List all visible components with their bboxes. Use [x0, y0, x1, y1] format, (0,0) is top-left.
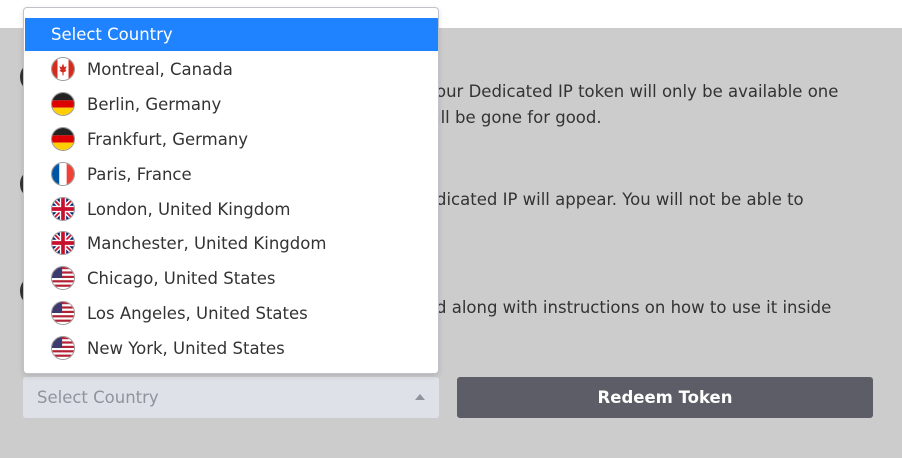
- instruction-line-1b: ill be gone for good.: [436, 108, 602, 127]
- instruction-line-3a: d along with instructions on how to use …: [436, 298, 832, 317]
- dropdown-option-label: London, United Kingdom: [87, 199, 291, 219]
- dropdown-option-label: Berlin, Germany: [87, 94, 222, 114]
- country-select[interactable]: Select Country: [23, 377, 439, 418]
- dropdown-option-manchester[interactable]: Manchester, United Kingdom: [25, 226, 438, 260]
- usa-flag-icon: [51, 266, 75, 290]
- uk-flag-icon: [51, 197, 75, 221]
- uk-flag-icon: [51, 231, 75, 255]
- dropdown-option-montreal[interactable]: Montreal, Canada: [25, 52, 438, 86]
- germany-flag-icon: [51, 92, 75, 116]
- instruction-line-1a: our Dedicated IP token will only be avai…: [436, 82, 839, 101]
- canada-flag-icon: [51, 57, 75, 81]
- dropdown-option-label: Chicago, United States: [87, 268, 276, 288]
- dropdown-option-select-country[interactable]: Select Country: [25, 18, 438, 51]
- dropdown-option-los-angeles[interactable]: Los Angeles, United States: [25, 296, 438, 330]
- dropdown-option-label: Frankfurt, Germany: [87, 129, 249, 149]
- instruction-line-2a: dicated IP will appear. You will not be …: [436, 190, 804, 209]
- france-flag-icon: [51, 162, 75, 186]
- dropdown-option-label: Manchester, United Kingdom: [87, 233, 327, 253]
- usa-flag-icon: [51, 336, 75, 360]
- dropdown-option-label: New York, United States: [87, 338, 285, 358]
- dropdown-option-label: Paris, France: [87, 164, 192, 184]
- dropdown-option-label: Los Angeles, United States: [87, 303, 308, 323]
- usa-flag-icon: [51, 301, 75, 325]
- dropdown-option-chicago[interactable]: Chicago, United States: [25, 261, 438, 295]
- dropdown-option-frankfurt[interactable]: Frankfurt, Germany: [25, 122, 438, 156]
- redeem-token-button[interactable]: Redeem Token: [457, 377, 873, 418]
- dropdown-option-paris[interactable]: Paris, France: [25, 157, 438, 191]
- dropdown-option-london[interactable]: London, United Kingdom: [25, 192, 438, 226]
- dropdown-option-berlin[interactable]: Berlin, Germany: [25, 87, 438, 121]
- caret-up-icon: [415, 394, 425, 400]
- dropdown-option-label: Montreal, Canada: [87, 59, 233, 79]
- country-dropdown-list: Select Country Montreal, Canada Berlin, …: [23, 7, 439, 374]
- dropdown-option-new-york[interactable]: New York, United States: [25, 331, 438, 365]
- country-select-placeholder: Select Country: [37, 388, 159, 407]
- germany-flag-icon: [51, 127, 75, 151]
